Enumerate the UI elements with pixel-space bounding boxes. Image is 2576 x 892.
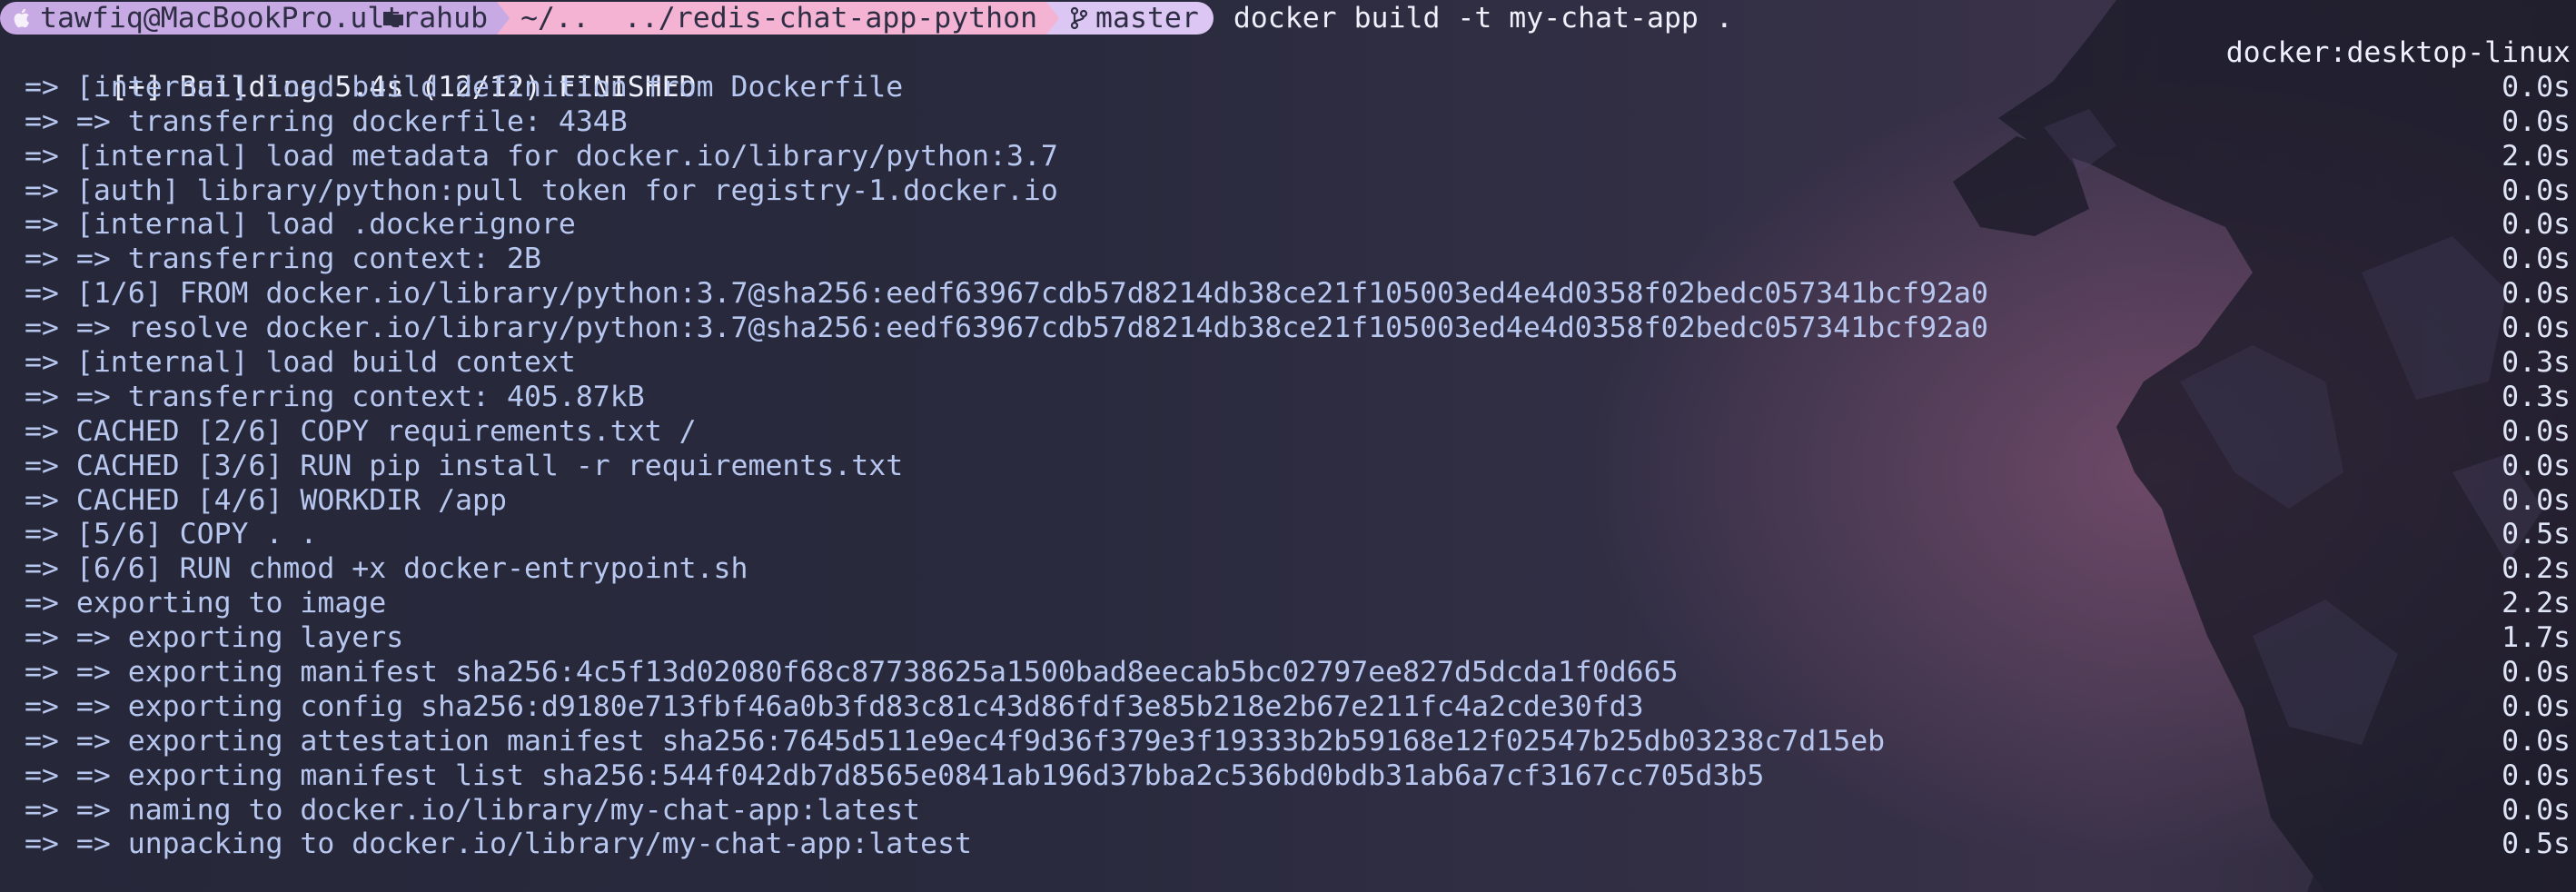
step-text: => => exporting attestation manifest sha… [7, 724, 1886, 758]
step-duration: 0.0s [2502, 277, 2571, 311]
step-duration: 0.5s [2502, 518, 2571, 551]
step-text: => CACHED [3/6] RUN pip install -r requi… [7, 449, 904, 482]
docker-context: docker:desktop-linux [2225, 36, 2571, 69]
step-text: => [6/6] RUN chmod +x docker-entrypoint.… [7, 552, 748, 586]
build-step-line: => [internal] load metadata for docker.i… [0, 140, 2576, 174]
step-duration: 0.0s [2502, 104, 2571, 138]
build-output: [+] Building 5.4s (12/12) FINISHED docke… [0, 36, 2576, 862]
step-duration: 0.0s [2502, 449, 2571, 482]
step-duration: 0.0s [2502, 689, 2571, 723]
build-step-line: => => resolve docker.io/library/python:3… [0, 312, 2576, 346]
step-text: => [internal] load build context [7, 346, 576, 380]
step-text: => exporting to image [7, 587, 387, 620]
build-step-line: => => exporting config sha256:d9180e713f… [0, 690, 2576, 725]
build-step-line: => CACHED [3/6] RUN pip install -r requi… [0, 450, 2576, 484]
step-text: => [auth] library/python:pull token for … [7, 173, 1058, 207]
step-text: => => exporting config sha256:d9180e713f… [7, 689, 1644, 723]
command-text: docker build -t my-chat-app . [1233, 2, 1733, 35]
shell-prompt: tawfiq@MacBookPro.ultrahub ~/.. ../redis… [0, 0, 2576, 36]
step-text: => => exporting layers [7, 621, 404, 655]
step-text: => => unpacking to docker.io/library/my-… [7, 828, 973, 861]
step-text: => [internal] load metadata for docker.i… [7, 139, 1058, 173]
build-step-line: => [internal] load .dockerignore 0.0s [0, 208, 2576, 243]
build-step-line: => [auth] library/python:pull token for … [0, 174, 2576, 209]
terminal-window[interactable]: tawfiq@MacBookPro.ultrahub ~/.. ../redis… [0, 0, 2576, 892]
prompt-user-host: tawfiq@MacBookPro.ultrahub [40, 2, 489, 35]
step-text: => CACHED [4/6] WORKDIR /app [7, 483, 507, 517]
step-duration: 0.0s [2502, 483, 2571, 517]
step-duration: 0.2s [2502, 552, 2571, 586]
step-text: => [internal] load build definition from… [7, 70, 904, 104]
build-step-line: => [1/6] FROM docker.io/library/python:3… [0, 277, 2576, 312]
step-text: => CACHED [2/6] COPY requirements.txt / [7, 414, 697, 448]
folder-icon [382, 9, 404, 27]
step-duration: 0.3s [2502, 380, 2571, 413]
prompt-branch: master [1095, 2, 1199, 35]
build-status-line: [+] Building 5.4s (12/12) FINISHED docke… [0, 36, 2576, 104]
prompt-segment-git: master [1059, 2, 1214, 35]
step-text: => => exporting manifest sha256:4c5f13d0… [7, 656, 1679, 689]
prompt-separator [497, 2, 510, 35]
step-duration: 0.0s [2502, 793, 2571, 827]
build-step-line: => [internal] load build context 0.3s [0, 346, 2576, 381]
prompt-path: ~/.. ../redis-chat-app-python [520, 2, 1038, 35]
step-duration: 0.0s [2502, 414, 2571, 448]
build-step-line: => [6/6] RUN chmod +x docker-entrypoint.… [0, 552, 2576, 587]
step-duration: 0.3s [2502, 346, 2571, 380]
step-duration: 0.5s [2502, 828, 2571, 861]
git-branch-icon [1070, 6, 1088, 30]
step-duration: 2.2s [2502, 587, 2571, 620]
step-duration: 0.0s [2502, 243, 2571, 276]
step-text: => => resolve docker.io/library/python:3… [7, 312, 1988, 345]
step-text: => => transferring context: 405.87kB [7, 380, 645, 413]
prompt-segment-path: ~/.. ../redis-chat-app-python [383, 2, 1047, 35]
step-duration: 1.7s [2502, 621, 2571, 655]
step-duration: 0.0s [2502, 208, 2571, 242]
apple-icon [13, 7, 33, 29]
build-step-line: => => unpacking to docker.io/library/my-… [0, 828, 2576, 862]
step-duration: 0.0s [2502, 758, 2571, 792]
step-text: => => transferring dockerfile: 434B [7, 104, 628, 138]
step-text: => [1/6] FROM docker.io/library/python:3… [7, 277, 1988, 311]
step-text: => => naming to docker.io/library/my-cha… [7, 793, 921, 827]
step-text: => [5/6] COPY . . [7, 518, 318, 551]
step-duration: 0.0s [2502, 312, 2571, 345]
build-step-line: => => transferring dockerfile: 434B 0.0s [0, 105, 2576, 140]
prompt-segment-user: tawfiq@MacBookPro.ultrahub [0, 2, 498, 35]
build-step-line: => => exporting attestation manifest sha… [0, 725, 2576, 759]
build-step-line: => [internal] load build definition from… [0, 71, 2576, 105]
build-step-line: => => exporting layers 1.7s [0, 621, 2576, 656]
build-step-line: => CACHED [4/6] WORKDIR /app 0.0s [0, 484, 2576, 519]
build-step-line: => => transferring context: 2B 0.0s [0, 243, 2576, 277]
step-text: => [internal] load .dockerignore [7, 208, 576, 242]
build-step-line: => => transferring context: 405.87kB 0.3s [0, 381, 2576, 415]
step-duration: 0.0s [2502, 656, 2571, 689]
build-step-line: => => exporting manifest sha256:4c5f13d0… [0, 656, 2576, 690]
build-step-line: => [5/6] COPY . . 0.5s [0, 518, 2576, 552]
step-duration: 0.0s [2502, 173, 2571, 207]
build-step-line: => => exporting manifest list sha256:544… [0, 759, 2576, 794]
build-step-line: => => naming to docker.io/library/my-cha… [0, 794, 2576, 828]
step-text: => => transferring context: 2B [7, 243, 541, 276]
prompt-separator [1046, 2, 1060, 35]
step-duration: 2.0s [2502, 139, 2571, 173]
build-step-line: => CACHED [2/6] COPY requirements.txt / 0… [0, 415, 2576, 450]
build-step-line: => exporting to image 2.2s [0, 587, 2576, 621]
step-text: => => exporting manifest list sha256:544… [7, 758, 1765, 792]
step-duration: 0.0s [2502, 724, 2571, 758]
step-duration: 0.0s [2502, 70, 2571, 104]
